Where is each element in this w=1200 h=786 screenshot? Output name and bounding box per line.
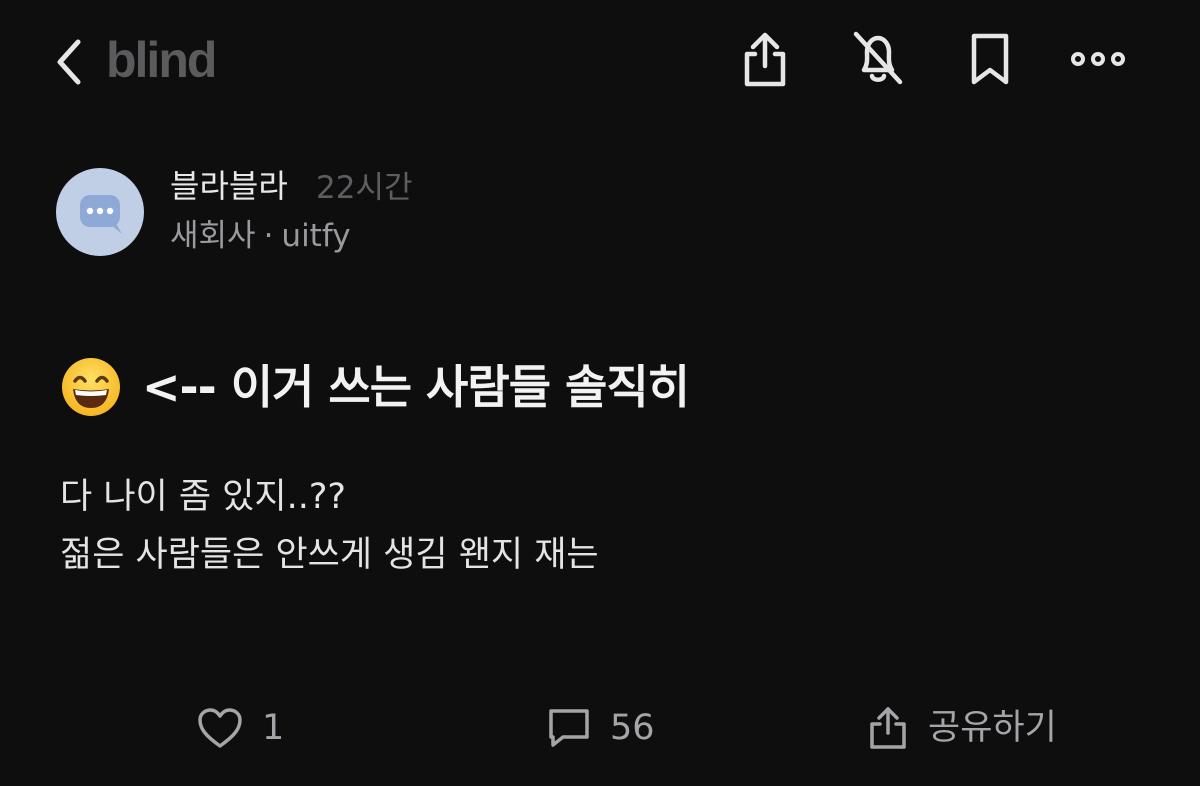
like-button[interactable]: 1: [196, 700, 284, 756]
top-bar: blind: [0, 0, 1200, 120]
share-label: 공유하기: [928, 708, 1057, 748]
grinning-face-emoji-icon: [62, 358, 120, 416]
post-body-line: 젊은 사람들은 안쓰게 생김 왠지 재는: [60, 535, 599, 575]
avatar[interactable]: [56, 168, 144, 256]
post-title-text: <-- 이거 쓰는 사람들 솔직히: [142, 360, 690, 414]
back-button[interactable]: [50, 34, 90, 90]
share-post-button[interactable]: 공유하기: [866, 700, 1057, 756]
more-options-button[interactable]: [1068, 30, 1125, 90]
bookmark-button[interactable]: [962, 30, 1018, 90]
author-company[interactable]: 새회사: [170, 218, 256, 254]
blind-logo: blind: [106, 32, 217, 88]
share-button[interactable]: [737, 30, 793, 90]
post-title: <-- 이거 쓰는 사람들 솔직히: [60, 352, 690, 422]
comment-icon: [549, 709, 589, 747]
comment-count: 56: [610, 708, 655, 748]
chat-bubble-icon: [80, 195, 122, 234]
meta-separator: ·: [263, 218, 274, 254]
post-body: 다 나이 좀 있지..?? 젊은 사람들은 안쓰게 생김 왠지 재는: [60, 468, 599, 584]
post-body-line: 다 나이 좀 있지..??: [60, 477, 346, 517]
bookmark-icon: [971, 33, 1009, 85]
share-icon: [744, 32, 786, 87]
post-time: 22시간: [316, 170, 413, 206]
more-icon: [1071, 52, 1125, 66]
heart-icon: [198, 708, 242, 748]
author-meta: 새회사 · uitfy: [170, 216, 351, 256]
comment-button[interactable]: 56: [546, 700, 655, 756]
like-count: 1: [262, 708, 285, 748]
author-handle: uitfy: [281, 218, 351, 254]
share-icon: [870, 707, 906, 749]
chevron-left-icon: [57, 39, 81, 85]
notification-off-button[interactable]: [850, 30, 906, 90]
author-name[interactable]: 블라블라: [170, 166, 288, 206]
post-detail-screen: blind 블라블라 22시간 새회사 · uitfy <-- 이거 쓰는 사람…: [0, 0, 1200, 786]
bell-off-icon: [853, 31, 903, 85]
